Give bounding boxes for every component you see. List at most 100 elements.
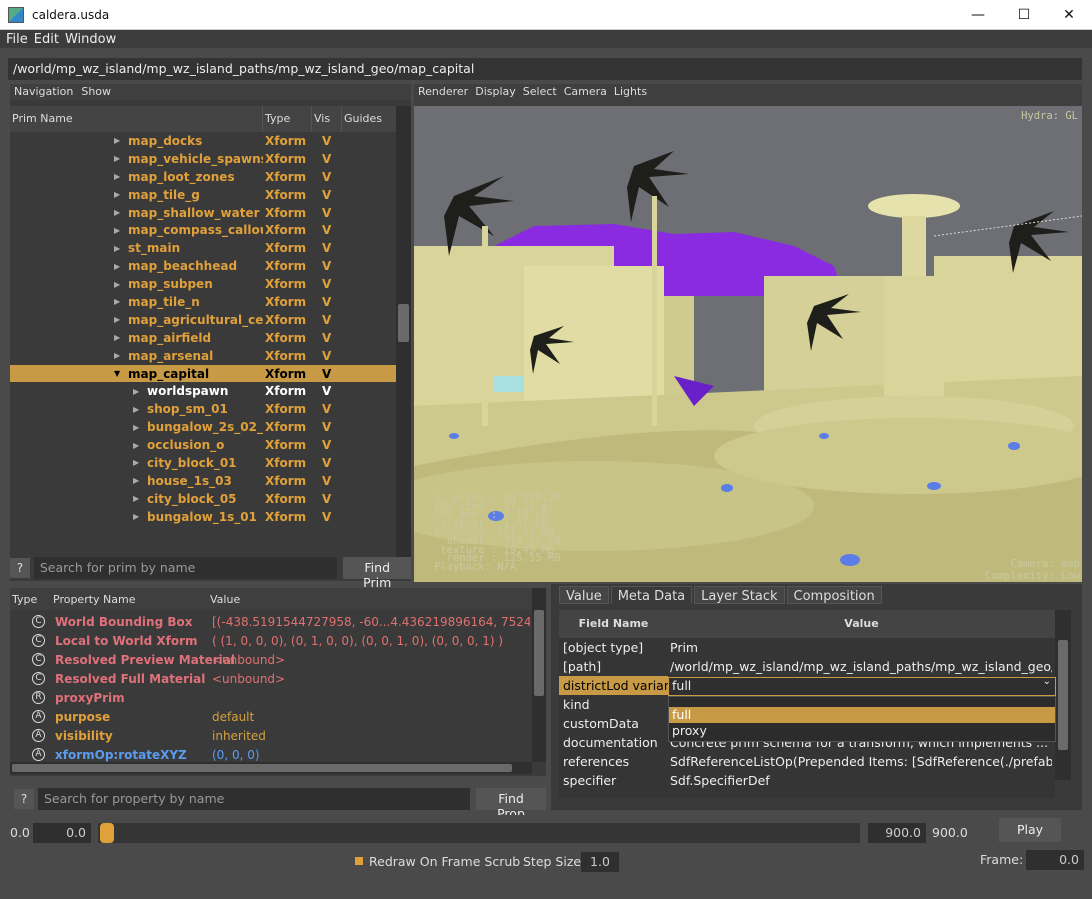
- expand-down-icon[interactable]: ▼: [114, 369, 120, 378]
- menu-window[interactable]: Window: [65, 32, 116, 47]
- prim-row[interactable]: ▶ map_agricultural_cen...Xform V: [10, 311, 396, 329]
- expand-right-icon[interactable]: ▶: [133, 441, 139, 450]
- expand-right-icon[interactable]: ▶: [114, 136, 120, 145]
- menu-file[interactable]: File: [6, 32, 28, 47]
- expand-right-icon[interactable]: ▶: [114, 172, 120, 181]
- menu-renderer[interactable]: Renderer: [418, 85, 468, 99]
- property-row[interactable]: Apurpose default: [10, 707, 532, 726]
- prop-help-button[interactable]: ?: [14, 789, 34, 809]
- tab-meta-data[interactable]: Meta Data: [610, 586, 693, 604]
- prim-row[interactable]: ▼ map_capital Xform V: [10, 364, 396, 383]
- menu-show[interactable]: Show: [81, 85, 111, 99]
- expand-right-icon[interactable]: ▶: [114, 297, 120, 306]
- property-row[interactable]: C Local to World Xform ( (1, 0, 0, 0), (0,…: [10, 631, 532, 650]
- tab-composition[interactable]: Composition: [786, 586, 882, 604]
- prim-row[interactable]: ▶ st_main Xform V: [10, 239, 396, 257]
- expand-right-icon[interactable]: ▶: [133, 387, 139, 396]
- prim-visibility-toggle[interactable]: V: [322, 474, 331, 488]
- expand-right-icon[interactable]: ▶: [114, 280, 120, 289]
- prim-row[interactable]: ▶ map_airfield Xform V: [10, 329, 396, 347]
- close-icon[interactable]: ✕: [1046, 0, 1092, 30]
- prim-visibility-toggle[interactable]: V: [322, 349, 331, 363]
- prim-visibility-toggle[interactable]: V: [322, 223, 331, 237]
- menu-camera[interactable]: Camera: [564, 85, 607, 99]
- property-row[interactable]: C Resolved Preview Material <unbound>: [10, 650, 532, 669]
- maximize-icon[interactable]: ☐: [1001, 0, 1047, 30]
- prim-row[interactable]: ▶ map_tile_n Xform V: [10, 293, 396, 311]
- metadata-row[interactable]: [object type] Prim: [559, 638, 1055, 657]
- prim-visibility-toggle[interactable]: V: [322, 134, 331, 148]
- prim-path-field[interactable]: /world/mp_wz_island/mp_wz_island_paths/m…: [8, 58, 1082, 80]
- prim-row[interactable]: ▶ map_arsenal Xform V: [10, 347, 396, 365]
- tab-value[interactable]: Value: [559, 586, 609, 604]
- expand-right-icon[interactable]: ▶: [133, 494, 139, 503]
- prim-row[interactable]: ▶ map_vehicle_spawns Xform V: [10, 150, 396, 168]
- menu-navigation[interactable]: Navigation: [14, 85, 73, 99]
- prim-visibility-toggle[interactable]: V: [322, 438, 331, 452]
- property-scrollbar[interactable]: [532, 588, 546, 762]
- prim-visibility-toggle[interactable]: V: [322, 420, 331, 434]
- render-viewport[interactable]: Hydra: GL GL prims : 40,098,24 GPU time …: [414, 106, 1082, 582]
- prim-row[interactable]: ▶ map_beachhead Xform V: [10, 257, 396, 275]
- property-hscrollbar[interactable]: [10, 762, 532, 774]
- prim-visibility-toggle[interactable]: V: [322, 295, 331, 309]
- prim-visibility-toggle[interactable]: V: [322, 510, 331, 524]
- col-field-value[interactable]: Value: [668, 610, 1055, 638]
- col-vis[interactable]: Vis: [312, 106, 342, 132]
- prim-scrollbar-thumb[interactable]: [398, 304, 409, 342]
- expand-right-icon[interactable]: ▶: [114, 208, 120, 217]
- prim-row[interactable]: ▶ bungalow_2s_02_b Xform V: [10, 418, 396, 436]
- metadata-scrollbar[interactable]: [1055, 610, 1071, 780]
- start-frame-field[interactable]: 0.0: [33, 823, 91, 843]
- minimize-icon[interactable]: —: [955, 0, 1001, 30]
- prim-visibility-toggle[interactable]: V: [322, 152, 331, 166]
- expand-right-icon[interactable]: ▶: [133, 423, 139, 432]
- step-size-field[interactable]: 1.0: [581, 852, 619, 872]
- end-frame-field[interactable]: 900.0: [868, 823, 926, 843]
- prim-row[interactable]: ▶ worldspawn Xform V: [10, 382, 396, 400]
- prim-visibility-toggle[interactable]: V: [322, 188, 331, 202]
- prim-help-button[interactable]: ?: [10, 558, 30, 578]
- prop-search-input[interactable]: Search for property by name: [38, 788, 470, 810]
- property-row[interactable]: AxformOp:rotateXYZ (0, 0, 0): [10, 745, 532, 762]
- property-row[interactable]: RproxyPrim: [10, 688, 532, 707]
- prim-row[interactable]: ▶ occlusion_o Xform V: [10, 436, 396, 454]
- expand-right-icon[interactable]: ▶: [133, 405, 139, 414]
- expand-right-icon[interactable]: ▶: [114, 190, 120, 199]
- prim-row[interactable]: ▶ map_shallow_water Xform V: [10, 204, 396, 222]
- expand-right-icon[interactable]: ▶: [114, 262, 120, 271]
- col-field-name[interactable]: Field Name: [559, 610, 668, 638]
- menu-select[interactable]: Select: [523, 85, 557, 99]
- prim-visibility-toggle[interactable]: V: [322, 241, 331, 255]
- col-guides[interactable]: Guides: [342, 106, 396, 132]
- prim-row[interactable]: ▶ map_docks Xform V: [10, 132, 396, 150]
- prim-visibility-toggle[interactable]: V: [322, 384, 331, 398]
- metadata-row[interactable]: specifier Sdf.SpecifierDef: [559, 771, 1055, 790]
- prim-row[interactable]: ▶ map_compass_calloutsXform V: [10, 221, 396, 239]
- expand-right-icon[interactable]: ▶: [114, 315, 120, 324]
- expand-right-icon[interactable]: ▶: [114, 333, 120, 342]
- variant-option-proxy[interactable]: proxy: [669, 723, 1055, 739]
- prim-visibility-toggle[interactable]: V: [322, 331, 331, 345]
- expand-right-icon[interactable]: ▶: [133, 476, 139, 485]
- col-prim-name[interactable]: Prim Name: [10, 106, 263, 132]
- metadata-row[interactable]: references SdfReferenceListOp(Prepended I…: [559, 752, 1055, 771]
- property-hscrollbar-thumb[interactable]: [12, 764, 512, 772]
- variant-option-full[interactable]: full: [669, 707, 1055, 723]
- prim-visibility-toggle[interactable]: V: [322, 259, 331, 273]
- prim-scrollbar[interactable]: [396, 106, 411, 576]
- menu-display[interactable]: Display: [475, 85, 516, 99]
- col-prop-type[interactable]: Type: [10, 593, 53, 606]
- prim-visibility-toggle[interactable]: V: [322, 206, 331, 220]
- expand-right-icon[interactable]: ▶: [114, 226, 120, 235]
- frame-slider[interactable]: [98, 823, 860, 843]
- prim-row[interactable]: ▶ map_loot_zones Xform V: [10, 168, 396, 186]
- prim-visibility-toggle[interactable]: V: [322, 456, 331, 470]
- expand-right-icon[interactable]: ▶: [133, 512, 139, 521]
- prim-row[interactable]: ▶ house_1s_03 Xform V: [10, 472, 396, 490]
- prim-visibility-toggle[interactable]: V: [322, 402, 331, 416]
- prim-row[interactable]: ▶ map_tile_g Xform V: [10, 186, 396, 204]
- expand-right-icon[interactable]: ▶: [114, 351, 120, 360]
- current-frame-field[interactable]: 0.0: [1026, 850, 1084, 870]
- expand-right-icon[interactable]: ▶: [133, 458, 139, 467]
